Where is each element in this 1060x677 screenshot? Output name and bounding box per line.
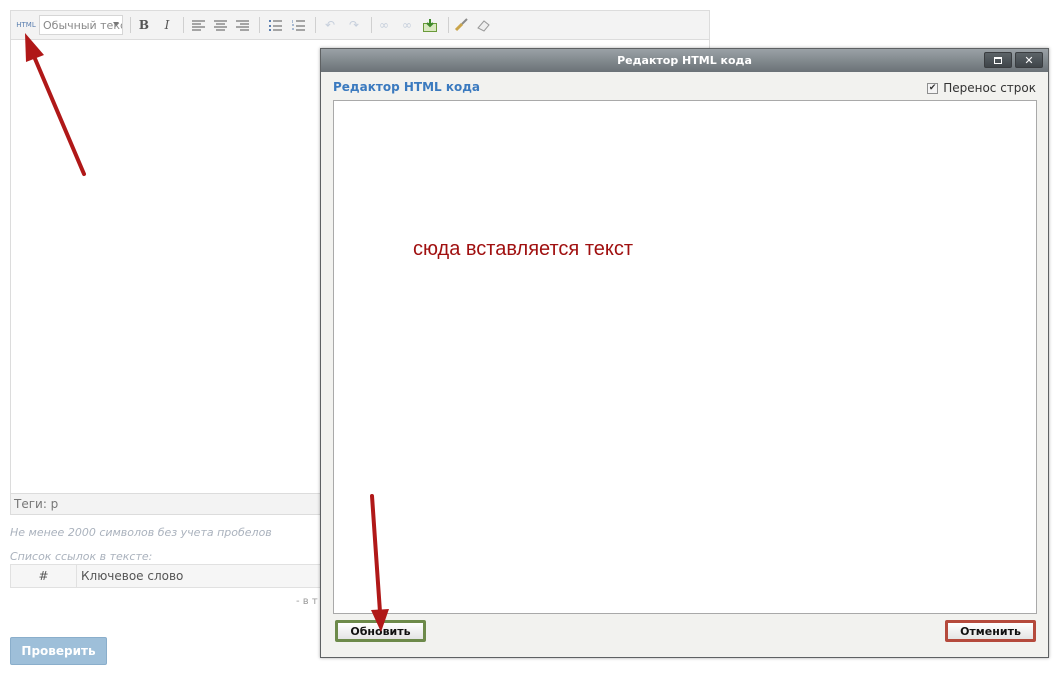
cancel-button[interactable]: Отменить [945,620,1036,642]
chevron-down-icon [113,22,119,26]
close-icon[interactable]: ✕ [1015,52,1043,68]
wrap-lines-label: Перенос строк [943,81,1036,95]
align-center-icon[interactable] [211,15,229,35]
toolbar-divider [315,17,316,33]
numbered-list-icon[interactable] [289,15,307,35]
annotation-note: сюда вставляется текст [413,238,634,260]
toolbar-divider [259,17,260,33]
check-button[interactable]: Проверить [10,637,107,665]
toolbar-divider [448,17,449,33]
link-icon[interactable]: ∞ [375,15,393,35]
tags-label: Теги: р [14,497,59,511]
html-editor-dialog: Редактор HTML кода ✕ Редактор HTML кода … [320,48,1049,658]
paint-icon[interactable] [452,15,470,35]
toolbar-divider [130,17,131,33]
update-button[interactable]: Обновить [335,620,426,642]
dialog-title: Редактор HTML кода [617,54,752,67]
toolbar-divider [183,17,184,33]
column-header-number: # [11,565,77,587]
column-header-keyword: Ключевое слово [81,569,184,583]
links-table-footer: - в т [296,596,318,607]
insert-image-icon[interactable] [421,15,439,35]
redo-icon[interactable]: ↷ [345,15,363,35]
italic-button[interactable]: I [158,15,176,35]
html-source-button[interactable]: HTML [15,15,37,35]
eraser-icon[interactable] [475,15,493,35]
unlink-icon[interactable]: ∞ [398,15,416,35]
bold-button[interactable]: B [135,15,153,35]
min-chars-hint: Не менее 2000 символов без учета пробело… [10,526,272,539]
toolbar-divider [371,17,372,33]
wrap-lines-option[interactable]: ✔ Перенос строк [927,81,1036,95]
align-right-icon[interactable] [233,15,251,35]
format-select[interactable]: Обычный текст [39,15,123,35]
links-caption: Список ссылок в тексте: [10,550,153,563]
format-select-value: Обычный текст [43,18,122,32]
undo-icon[interactable]: ↶ [321,15,339,35]
maximize-icon[interactable] [984,52,1012,68]
dialog-heading: Редактор HTML кода [333,80,481,94]
wrap-lines-checkbox[interactable]: ✔ [927,82,939,94]
bullet-list-icon[interactable] [266,15,284,35]
editor-toolbar: HTML Обычный текст B I ↶ ↷ ∞ ∞ [11,11,709,40]
html-code-textarea[interactable]: сюда вставляется текст [333,100,1037,614]
dialog-titlebar[interactable]: Редактор HTML кода ✕ [321,49,1048,72]
links-table: # Ключевое слово [10,564,330,588]
align-left-icon[interactable] [189,15,207,35]
